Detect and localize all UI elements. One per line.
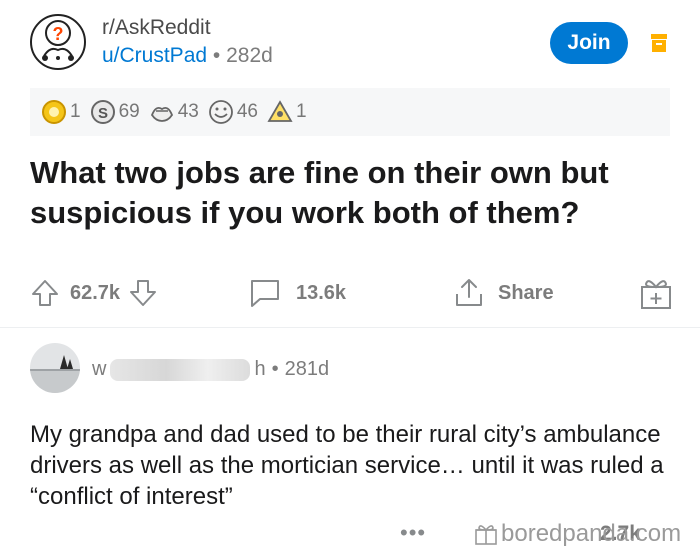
subreddit-name[interactable]: r/AskReddit bbox=[102, 16, 211, 40]
comment-meta: w h • 281d bbox=[92, 358, 329, 381]
meta-separator: • bbox=[271, 358, 279, 380]
downvote-icon[interactable] bbox=[128, 278, 158, 308]
award-count: 69 bbox=[118, 101, 140, 122]
gift-icon bbox=[641, 280, 671, 309]
subreddit-avatar[interactable]: ? bbox=[30, 14, 86, 70]
share-icon bbox=[456, 279, 482, 306]
vote-count: 62.7k bbox=[70, 281, 121, 304]
share-button[interactable]: Share bbox=[452, 270, 554, 316]
rocket-award-icon bbox=[267, 100, 293, 122]
post-age: 282d bbox=[226, 44, 273, 67]
gold-award-icon bbox=[42, 100, 66, 124]
commenter-name-end[interactable]: h bbox=[254, 358, 265, 381]
svg-text:S: S bbox=[98, 105, 108, 122]
award-hugz: 43 bbox=[148, 99, 199, 125]
author-link[interactable]: u/CrustPad bbox=[102, 44, 207, 67]
award-count: 1 bbox=[296, 101, 307, 122]
comment-age: 281d bbox=[284, 358, 330, 380]
blurred-username bbox=[110, 358, 251, 381]
award-button[interactable] bbox=[638, 270, 674, 316]
commenter-avatar[interactable] bbox=[30, 343, 80, 393]
gift-watermark-icon bbox=[475, 525, 497, 545]
comments-button[interactable]: 13.6k bbox=[248, 270, 346, 316]
award-wholesome: 46 bbox=[207, 99, 258, 125]
comment-count: 13.6k bbox=[296, 281, 347, 304]
award-count: 46 bbox=[236, 101, 258, 122]
watermark-text: boredpanda.com bbox=[501, 520, 682, 547]
svg-text:?: ? bbox=[53, 24, 64, 44]
award-gold: 1 bbox=[40, 99, 81, 125]
wholesome-award-icon bbox=[208, 100, 233, 124]
more-options-button[interactable]: ••• bbox=[400, 520, 426, 546]
askreddit-logo-icon: ? bbox=[30, 14, 86, 70]
share-label: Share bbox=[498, 281, 554, 304]
post-action-bar: 62.7k 13.6k Share bbox=[30, 270, 680, 316]
meta-separator: • bbox=[212, 44, 221, 67]
award-silver: S 69 bbox=[89, 99, 140, 125]
hugz-award-icon bbox=[150, 106, 173, 122]
archive-icon[interactable] bbox=[650, 33, 668, 53]
join-button[interactable]: Join bbox=[550, 22, 628, 64]
comment-icon bbox=[251, 280, 279, 307]
boredpanda-watermark: boredpanda.com bbox=[474, 520, 681, 548]
award-count: 43 bbox=[177, 101, 199, 122]
vote-group: 62.7k bbox=[30, 270, 158, 316]
commenter-name-start[interactable]: w bbox=[92, 358, 106, 381]
award-rocket: 1 bbox=[266, 99, 307, 125]
section-divider bbox=[0, 327, 700, 328]
post-header: ? r/AskReddit u/CrustPad • 282d Join bbox=[0, 0, 700, 84]
silver-award-icon: S bbox=[90, 100, 115, 124]
post-meta: u/CrustPad • 282d bbox=[102, 44, 273, 68]
post-title[interactable]: What two jobs are fine on their own but … bbox=[30, 153, 670, 233]
upvote-icon[interactable] bbox=[30, 278, 60, 308]
award-count: 1 bbox=[70, 101, 81, 122]
comment-body: My grandpa and dad used to be their rura… bbox=[30, 421, 664, 510]
awards-bar[interactable]: 1 S 69 43 46 1 bbox=[30, 88, 670, 136]
